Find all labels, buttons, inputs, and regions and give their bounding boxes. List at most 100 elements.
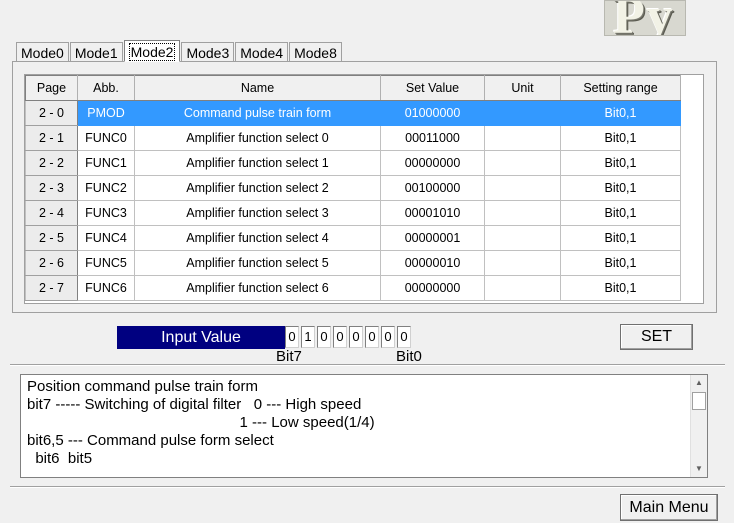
scroll-thumb[interactable] <box>692 392 706 410</box>
row-range-cell[interactable]: Bit0,1 <box>560 275 681 301</box>
bit0-label: Bit0 <box>396 348 422 365</box>
row-unit-cell[interactable] <box>484 225 561 251</box>
description-line: bit7 ----- Switching of digital filter 0… <box>27 396 362 413</box>
main-menu-button[interactable]: Main Menu <box>620 494 718 521</box>
row-abb-cell[interactable]: FUNC5 <box>77 250 135 276</box>
header-name[interactable]: Name <box>134 75 381 101</box>
parameter-panel: Page Abb. Name Set Value Unit Setting ra… <box>12 61 717 313</box>
row-unit-cell[interactable] <box>484 125 561 151</box>
row-abb-cell[interactable]: PMOD <box>77 100 135 126</box>
row-unit-cell[interactable] <box>484 100 561 126</box>
row-page-cell[interactable]: 2 - 4 <box>25 200 78 226</box>
bit-input-4[interactable]: 0 <box>333 326 347 348</box>
bit-inputs: 01000000 <box>285 326 413 348</box>
table-row[interactable]: 2 - 2 FUNC1 Amplifier function select 1 000… <box>25 150 681 176</box>
tab-mode8[interactable]: Mode8 <box>289 42 342 62</box>
description-line: Position command pulse train form <box>27 378 258 395</box>
row-unit-cell[interactable] <box>484 275 561 301</box>
bit-input-0[interactable]: 0 <box>397 326 411 348</box>
row-range-cell[interactable]: Bit0,1 <box>560 225 681 251</box>
row-abb-cell[interactable]: FUNC4 <box>77 225 135 251</box>
row-abb-cell[interactable]: FUNC2 <box>77 175 135 201</box>
table-row[interactable]: 2 - 0 PMOD Command pulse train form 0100000… <box>25 100 681 126</box>
tab-mode1[interactable]: Mode1 <box>69 42 123 62</box>
row-page-cell[interactable]: 2 - 5 <box>25 225 78 251</box>
row-unit-cell[interactable] <box>484 150 561 176</box>
table-row[interactable]: 2 - 5 FUNC4 Amplifier function select 4 000… <box>25 225 681 251</box>
row-page-cell[interactable]: 2 - 2 <box>25 150 78 176</box>
row-page-cell[interactable]: 2 - 3 <box>25 175 78 201</box>
row-page-cell[interactable]: 2 - 1 <box>25 125 78 151</box>
tab-mode0[interactable]: Mode0 <box>16 42 69 62</box>
bit-input-5[interactable]: 0 <box>317 326 331 348</box>
mode-tabs: Mode0 Mode1 Mode2 Mode3 Mode4 Mode8 <box>16 40 343 62</box>
row-value-cell[interactable]: 00000001 <box>380 225 485 251</box>
scroll-down-icon[interactable]: ▼ <box>691 461 707 477</box>
description-box[interactable]: Position command pulse train form bit7 --… <box>20 374 708 478</box>
row-abb-cell[interactable]: FUNC0 <box>77 125 135 151</box>
row-range-cell[interactable]: Bit0,1 <box>560 200 681 226</box>
description-line: bit6,5 --- Command pulse form select <box>27 432 274 449</box>
parameter-table-container: Page Abb. Name Set Value Unit Setting ra… <box>24 74 704 304</box>
row-name-cell[interactable]: Amplifier function select 1 <box>134 150 381 176</box>
scroll-up-icon[interactable]: ▲ <box>691 375 707 391</box>
row-name-cell[interactable]: Amplifier function select 3 <box>134 200 381 226</box>
tab-mode3[interactable]: Mode3 <box>181 42 235 62</box>
row-name-cell[interactable]: Command pulse train form <box>134 100 381 126</box>
row-name-cell[interactable]: Amplifier function select 5 <box>134 250 381 276</box>
row-abb-cell[interactable]: FUNC3 <box>77 200 135 226</box>
row-value-cell[interactable]: 00000010 <box>380 250 485 276</box>
bit-input-3[interactable]: 0 <box>349 326 363 348</box>
bit-input-7[interactable]: 0 <box>285 326 299 348</box>
description-text: Position command pulse train form bit7 --… <box>27 378 375 468</box>
row-value-cell[interactable]: 00001010 <box>380 200 485 226</box>
row-unit-cell[interactable] <box>484 250 561 276</box>
tab-mode4[interactable]: Mode4 <box>235 42 289 62</box>
row-value-cell[interactable]: 00000000 <box>380 275 485 301</box>
table-header-row: Page Abb. Name Set Value Unit Setting ra… <box>25 75 681 101</box>
header-set-value[interactable]: Set Value <box>380 75 485 101</box>
parameter-table: Page Abb. Name Set Value Unit Setting ra… <box>25 75 681 301</box>
header-unit[interactable]: Unit <box>484 75 561 101</box>
row-range-cell[interactable]: Bit0,1 <box>560 125 681 151</box>
row-value-cell[interactable]: 00000000 <box>380 150 485 176</box>
row-value-cell[interactable]: 00100000 <box>380 175 485 201</box>
divider <box>10 364 725 366</box>
row-page-cell[interactable]: 2 - 6 <box>25 250 78 276</box>
row-abb-cell[interactable]: FUNC6 <box>77 275 135 301</box>
bit-input-6[interactable]: 1 <box>301 326 315 348</box>
table-row[interactable]: 2 - 1 FUNC0 Amplifier function select 0 000… <box>25 125 681 151</box>
row-name-cell[interactable]: Amplifier function select 6 <box>134 275 381 301</box>
table-row[interactable]: 2 - 7 FUNC6 Amplifier function select 6 000… <box>25 275 681 301</box>
bit-input-1[interactable]: 0 <box>381 326 395 348</box>
row-value-cell[interactable]: 01000000 <box>380 100 485 126</box>
header-setting-range[interactable]: Setting range <box>560 75 681 101</box>
row-range-cell[interactable]: Bit0,1 <box>560 100 681 126</box>
row-unit-cell[interactable] <box>484 175 561 201</box>
bit-input-2[interactable]: 0 <box>365 326 379 348</box>
row-name-cell[interactable]: Amplifier function select 0 <box>134 125 381 151</box>
row-name-cell[interactable]: Amplifier function select 4 <box>134 225 381 251</box>
divider <box>10 486 725 488</box>
description-scrollbar[interactable]: ▲ ▼ <box>690 375 707 477</box>
app-logo: Py <box>604 0 686 36</box>
tab-mode2[interactable]: Mode2 <box>123 40 181 62</box>
description-line: 1 --- Low speed(1/4) <box>27 414 375 431</box>
row-unit-cell[interactable] <box>484 200 561 226</box>
input-value-label: Input Value <box>117 326 285 349</box>
row-range-cell[interactable]: Bit0,1 <box>560 250 681 276</box>
header-abb[interactable]: Abb. <box>77 75 135 101</box>
row-page-cell[interactable]: 2 - 0 <box>25 100 78 126</box>
row-value-cell[interactable]: 00011000 <box>380 125 485 151</box>
row-range-cell[interactable]: Bit0,1 <box>560 175 681 201</box>
table-row[interactable]: 2 - 6 FUNC5 Amplifier function select 5 000… <box>25 250 681 276</box>
table-row[interactable]: 2 - 3 FUNC2 Amplifier function select 2 001… <box>25 175 681 201</box>
bit7-label: Bit7 <box>276 348 302 365</box>
row-name-cell[interactable]: Amplifier function select 2 <box>134 175 381 201</box>
row-page-cell[interactable]: 2 - 7 <box>25 275 78 301</box>
header-page[interactable]: Page <box>25 75 78 101</box>
set-button[interactable]: SET <box>620 324 693 350</box>
table-row[interactable]: 2 - 4 FUNC3 Amplifier function select 3 000… <box>25 200 681 226</box>
row-abb-cell[interactable]: FUNC1 <box>77 150 135 176</box>
row-range-cell[interactable]: Bit0,1 <box>560 150 681 176</box>
